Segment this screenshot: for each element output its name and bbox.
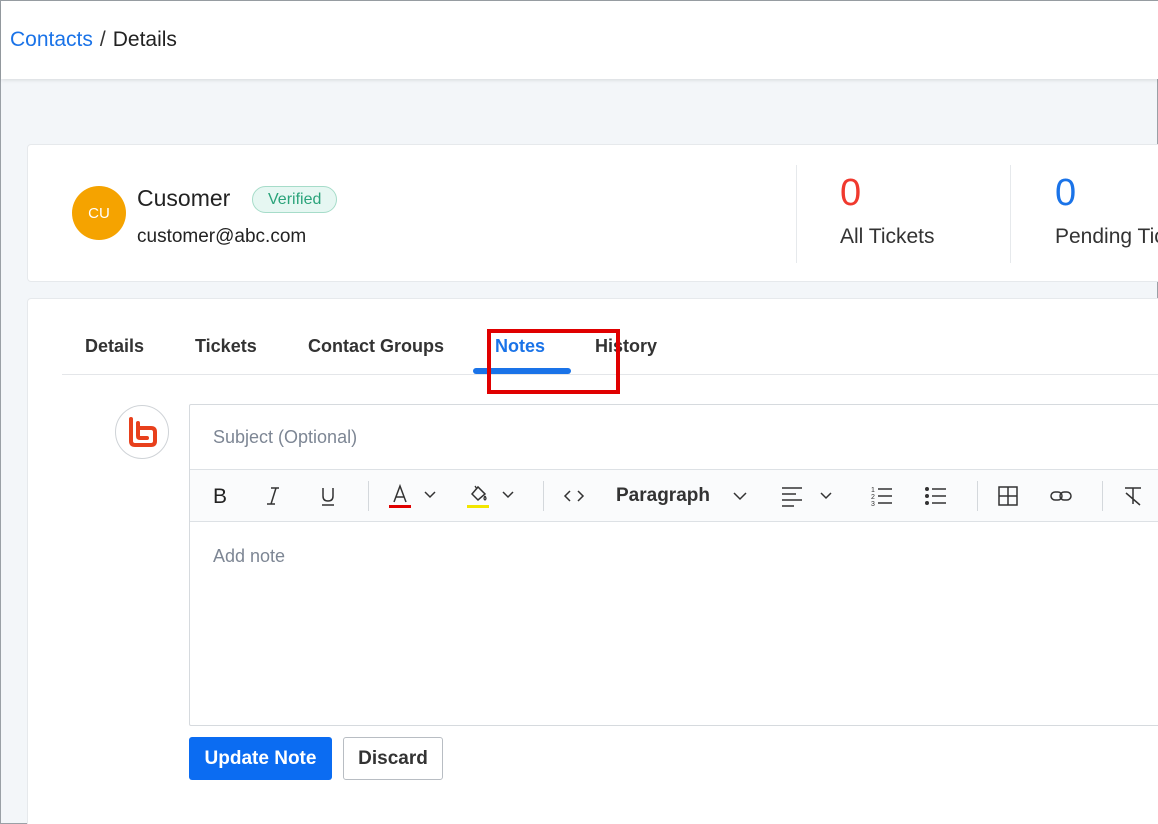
notes-tab-highlight <box>487 329 620 394</box>
svg-text:2: 2 <box>871 494 875 501</box>
svg-text:1: 1 <box>871 487 875 494</box>
breadcrumb-contacts-link[interactable]: Contacts <box>10 28 93 52</box>
code-icon[interactable] <box>560 470 588 522</box>
pending-tickets-label: Pending Tic <box>1055 225 1158 248</box>
contact-name: Cusomer <box>137 185 231 211</box>
toolbar-divider <box>368 481 369 511</box>
breadcrumb-separator: / <box>99 28 106 51</box>
note-editor: B <box>189 404 1158 726</box>
tab-details[interactable]: Details <box>85 336 144 357</box>
contact-email: customer@abc.com <box>137 226 307 247</box>
toolbar-divider <box>543 481 544 511</box>
toolbar-divider <box>977 481 978 511</box>
author-avatar <box>115 405 169 459</box>
highlight-color-icon[interactable] <box>464 470 520 522</box>
update-note-button[interactable]: Update Note <box>189 737 332 780</box>
link-icon[interactable] <box>1047 470 1075 522</box>
pending-tickets-count: 0 <box>1055 172 1077 214</box>
subject-input[interactable] <box>190 405 1158 470</box>
clear-format-icon[interactable] <box>1119 470 1147 522</box>
chevron-down-icon <box>733 492 747 501</box>
block-format-label: Paragraph <box>616 485 710 506</box>
breadcrumb-current: Details <box>112 28 177 51</box>
editor-toolbar: B Paragraph 1 2 3 <box>190 469 1158 522</box>
underline-icon[interactable] <box>314 470 342 522</box>
numbered-list-icon[interactable]: 1 2 3 <box>868 470 896 522</box>
font-color-icon[interactable] <box>386 470 442 522</box>
tab-tickets[interactable]: Tickets <box>195 336 257 357</box>
italic-icon[interactable] <box>259 470 287 522</box>
all-tickets-count: 0 <box>840 172 862 214</box>
svg-text:B: B <box>213 486 227 506</box>
contact-avatar: CU <box>72 186 126 240</box>
top-bar: Contacts / Details <box>1 1 1158 79</box>
stat-divider <box>1010 165 1011 263</box>
company-logo-icon <box>129 417 157 447</box>
block-format-dropdown[interactable]: Paragraph <box>616 470 750 522</box>
tab-bar: Details Tickets Contact Groups Notes His… <box>62 299 1158 394</box>
discard-button[interactable]: Discard <box>343 737 443 780</box>
status-badge: Verified <box>252 186 338 213</box>
bold-icon[interactable]: B <box>206 470 234 522</box>
all-tickets-label: All Tickets <box>840 225 935 248</box>
align-left-icon[interactable] <box>778 470 838 522</box>
note-body-input[interactable] <box>190 523 1158 725</box>
contact-tabs-card: Details Tickets Contact Groups Notes His… <box>27 298 1158 824</box>
contact-summary-card: CU Cusomer Verified customer@abc.com 0 A… <box>27 144 1158 282</box>
tab-contact-groups[interactable]: Contact Groups <box>308 336 444 357</box>
svg-text:3: 3 <box>871 501 875 508</box>
table-icon[interactable] <box>994 470 1022 522</box>
toolbar-divider <box>1102 481 1103 511</box>
stat-divider <box>796 165 797 263</box>
bulleted-list-icon[interactable] <box>922 470 950 522</box>
